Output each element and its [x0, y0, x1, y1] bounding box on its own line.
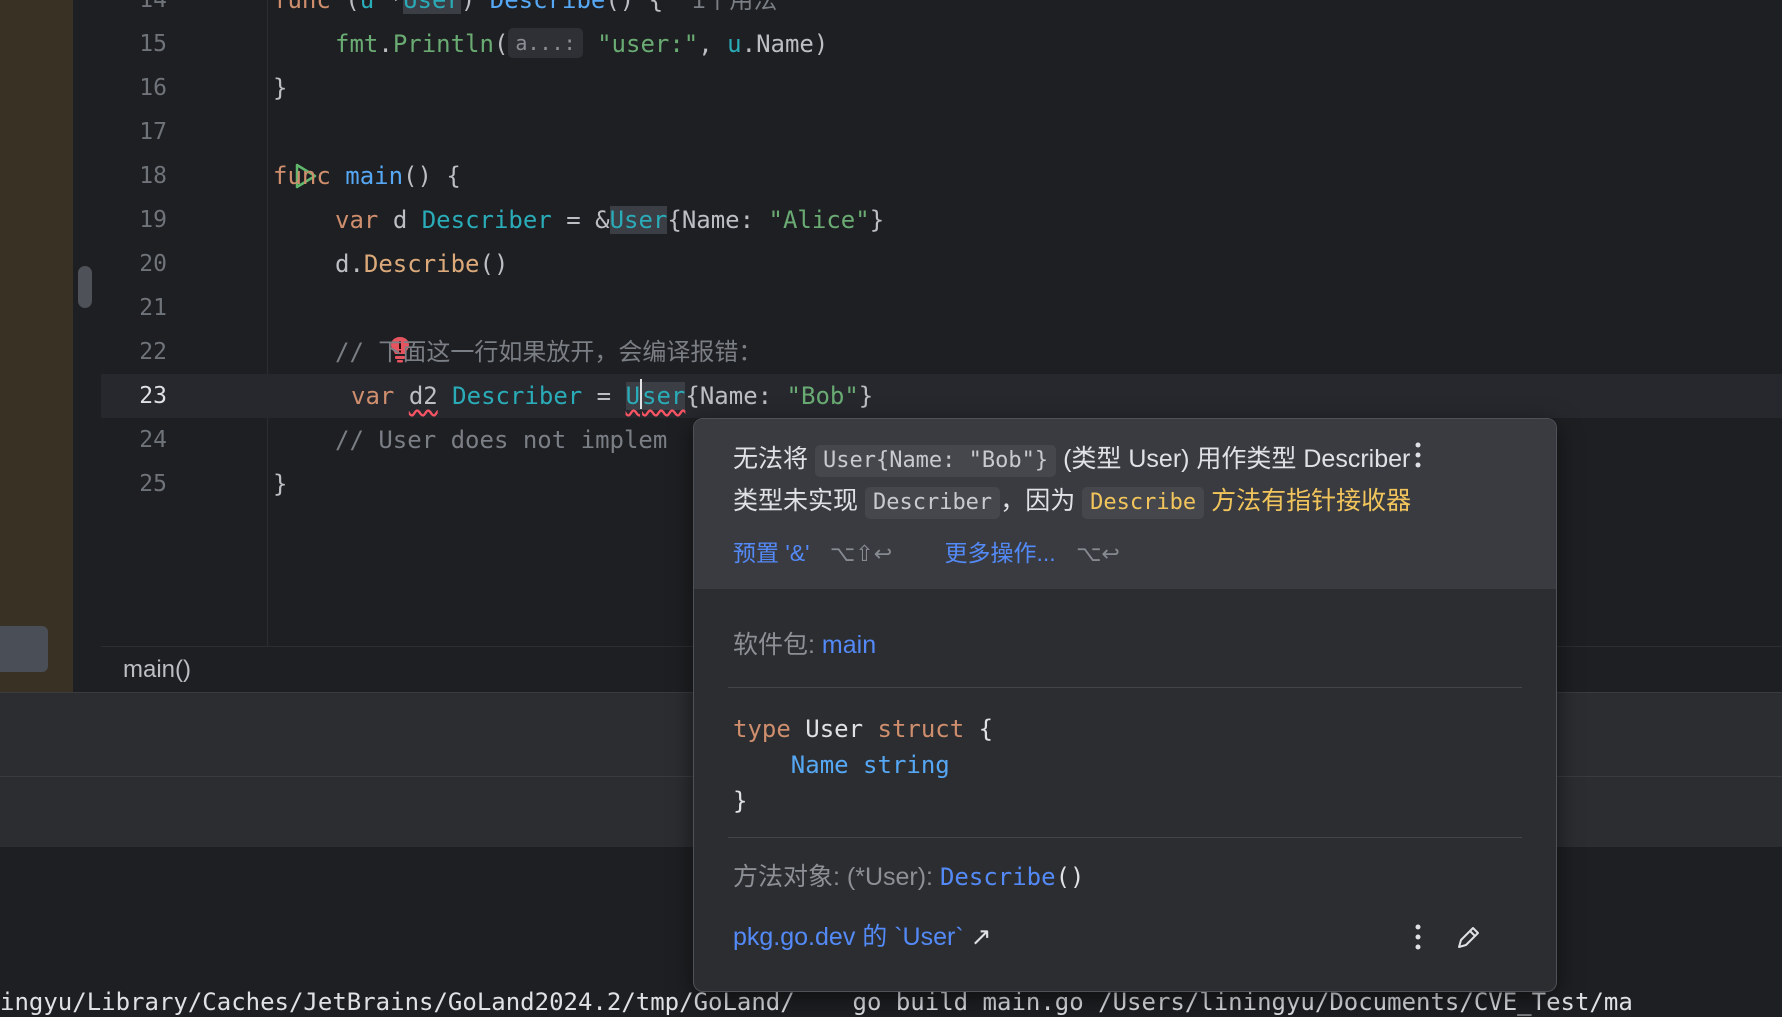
edit-pencil-icon[interactable]: [1453, 923, 1483, 953]
divider: [728, 837, 1522, 838]
code-text: // 下面这一行如果放开，会编译报错：: [335, 338, 763, 366]
code-line-17[interactable]: 17: [101, 110, 1782, 154]
editor-scrollbar[interactable]: [78, 266, 92, 308]
code-chip: Describer: [864, 487, 1001, 519]
breadcrumb-main[interactable]: main(): [123, 647, 191, 693]
line-number: 19: [139, 207, 167, 233]
code-text: var d2 Describer = User{Name: "Bob"}: [351, 374, 873, 418]
package-link[interactable]: main: [822, 631, 876, 659]
code-text: // User does not implem: [335, 426, 668, 454]
line-number: 16: [139, 75, 167, 101]
code-line-20[interactable]: 20 d.Describe(): [101, 242, 1782, 286]
code-line-19[interactable]: 19 var d Describer = &User{Name: "Alice"…: [101, 198, 1782, 242]
pkg-go-dev-link[interactable]: pkg.go.dev 的 `User`: [733, 923, 964, 951]
code-line-14[interactable]: 14 func (u *User) Describe() { 1个用法: [101, 0, 1782, 22]
error-message-line-1: 无法将 User{Name: "Bob"} (类型 User) 用作类型 Des…: [733, 439, 1410, 479]
quick-fix-actions: 预置 '&' ⌥⇧↩ 更多操作... ⌥↩: [733, 533, 1120, 574]
error-message-line-2: 类型未实现 Describer ，因为 Describe 方法有指针接收器: [733, 481, 1411, 521]
code-text: fmt.Println(a...: "user:", u.Name): [335, 28, 829, 58]
code-line-21[interactable]: 21: [101, 286, 1782, 330]
line-number: 20: [139, 251, 167, 277]
line-number: 18: [139, 163, 167, 189]
code-line-15[interactable]: 15 fmt.Println(a...: "user:", u.Name): [101, 22, 1782, 66]
code-text: }: [273, 74, 288, 102]
code-text: }: [273, 470, 288, 498]
prepend-ampersand-action[interactable]: 预置 '&': [733, 540, 810, 566]
parameter-hint: a...:: [508, 28, 583, 58]
line-number: 22: [139, 339, 167, 365]
side-tool-strip: [0, 0, 73, 692]
external-link-icon: ↗: [970, 923, 992, 951]
side-tool-tab[interactable]: [0, 626, 48, 672]
code-text: d.Describe(): [335, 250, 509, 278]
code-text: func (u *User) Describe() { 1个用法: [273, 0, 777, 23]
type-definition-close: }: [733, 787, 748, 815]
line-number: 14: [139, 0, 167, 13]
code-line-23[interactable]: 23 var d2 Describer = User{Name: "Bob"}: [101, 374, 1782, 418]
code-chip-warning: Describe: [1082, 487, 1205, 519]
code-text: func main() {: [273, 162, 461, 190]
more-options-icon[interactable]: [1414, 441, 1422, 469]
shortcut-keys: ⌥⇧↩: [829, 541, 893, 566]
error-documentation-popup[interactable]: 无法将 User{Name: "Bob"} (类型 User) 用作类型 Des…: [693, 418, 1557, 992]
package-info: 软件包: main: [733, 631, 877, 659]
type-definition-field: Name string: [733, 751, 950, 779]
code-text: var d Describer = &User{Name: "Alice"}: [335, 206, 885, 234]
shortcut-keys: ⌥↩: [1076, 541, 1120, 566]
code-line-18[interactable]: 18 func main() {: [101, 154, 1782, 198]
pkg-go-dev-row: pkg.go.dev 的 `User` ↗: [733, 919, 992, 955]
more-options-icon[interactable]: [1414, 923, 1422, 951]
line-number: 21: [139, 295, 167, 321]
receiver-info: 方法对象: (*User): Describe(): [733, 863, 1085, 891]
line-number: 17: [139, 119, 167, 145]
method-link[interactable]: Describe: [940, 863, 1056, 891]
more-actions-link[interactable]: 更多操作...: [945, 540, 1056, 566]
line-number: 25: [139, 471, 167, 497]
line-number: 23: [139, 383, 167, 409]
code-line-22[interactable]: 22 // 下面这一行如果放开，会编译报错：: [101, 330, 1782, 374]
type-definition-code: type User struct {: [733, 715, 994, 743]
line-number: 15: [139, 31, 167, 57]
line-number: 24: [139, 427, 167, 453]
code-line-16[interactable]: 16 }: [101, 66, 1782, 110]
code-chip: User{Name: "Bob"}: [814, 445, 1057, 477]
divider: [728, 687, 1522, 688]
